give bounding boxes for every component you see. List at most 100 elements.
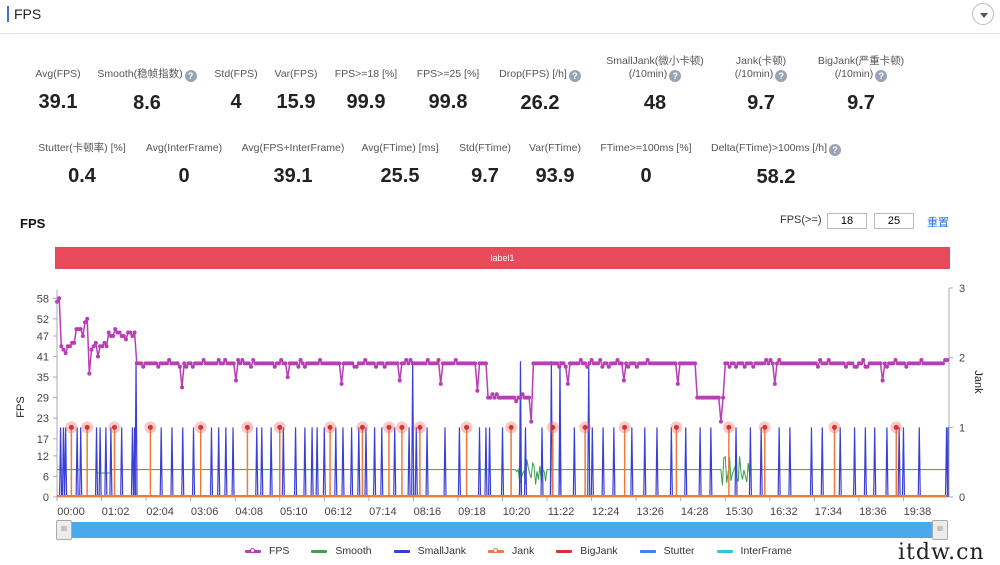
legend-label: Jank [512, 545, 535, 557]
y-tick-label: 35 [37, 372, 49, 384]
smalljank-spike [457, 427, 461, 498]
fps-point [475, 388, 480, 393]
smalljank-spike [917, 427, 921, 498]
y-right-tick-label: 3 [959, 283, 965, 295]
smalljank-spike [58, 427, 63, 498]
time-range-slider[interactable]: III III [56, 520, 948, 540]
smalljank-spike [748, 427, 752, 498]
fps-point [249, 364, 254, 369]
x-tick-label: 15:30 [725, 506, 753, 518]
x-tick-label: 16:32 [770, 506, 798, 518]
smalljank-spike [293, 427, 298, 498]
legend-item-smooth[interactable]: Smooth [311, 545, 372, 557]
fps-point [514, 399, 519, 404]
fps-point [423, 361, 428, 366]
fps-point [645, 357, 650, 362]
jank-marker [198, 424, 204, 430]
fps-point [175, 361, 180, 366]
jank-marker [508, 424, 514, 430]
fps-threshold-high-input[interactable] [874, 213, 914, 229]
fps-chart[interactable]: 06121723293541475258012300:00 01:02 02:04 0… [0, 278, 1000, 518]
reset-button[interactable]: 重置 [927, 214, 949, 230]
fps-point [880, 378, 885, 383]
y-tick-label: 41 [37, 352, 49, 364]
legend-item-interframe[interactable]: InterFrame [716, 545, 792, 557]
fps-point [764, 357, 769, 362]
y-tick-label: 52 [37, 314, 49, 326]
fps-point [854, 364, 859, 369]
fps-point [337, 361, 342, 366]
smalljank-spike [61, 427, 66, 498]
smalljank-spike [159, 427, 163, 498]
fps-point [861, 357, 866, 362]
legend-swatch-icon [245, 547, 261, 553]
smalljank-spike [217, 427, 221, 498]
fps-point [902, 361, 907, 366]
help-icon[interactable]: ? [875, 70, 888, 82]
smalljank-spike [601, 427, 605, 498]
smalljank-spike [590, 427, 594, 498]
smalljank-spike [523, 427, 528, 498]
help-icon[interactable]: ? [775, 70, 788, 82]
fps-point [59, 344, 64, 349]
smalljank-spike [191, 427, 196, 498]
jank-marker [147, 424, 153, 430]
smalljank-spike [109, 427, 113, 498]
help-icon[interactable]: ? [669, 70, 682, 82]
jank-marker [277, 424, 283, 430]
smalljank-spike [281, 427, 285, 498]
smalljank-spike [98, 427, 102, 498]
fps-threshold-low-input[interactable] [827, 213, 867, 229]
smalljank-spike [407, 427, 411, 498]
slider-handle-start[interactable]: III [56, 520, 72, 540]
legend-item-fps[interactable]: FPS [245, 545, 289, 557]
smalljank-spike [357, 427, 361, 498]
legend-item-jank[interactable]: Jank [488, 545, 534, 557]
fps-point [339, 381, 344, 386]
help-icon[interactable]: ? [829, 144, 842, 156]
smalljank-spike [484, 427, 488, 498]
fps-point [859, 361, 864, 366]
smalljank-spike [322, 427, 326, 498]
fps-point [180, 385, 185, 390]
y-tick-label: 23 [37, 413, 49, 425]
smalljank-spike [487, 427, 492, 498]
fps-point [634, 364, 639, 369]
fps-point [824, 361, 829, 366]
jank-marker [417, 424, 423, 430]
jank-marker [673, 424, 679, 430]
legend-item-smalljank[interactable]: SmallJank [393, 545, 466, 557]
smalljank-spike [630, 427, 634, 498]
jank-marker [550, 424, 556, 430]
fps-point [774, 361, 779, 366]
fps-point [632, 361, 637, 366]
fps-threshold-filter: FPS(>=) [780, 213, 914, 229]
collapse-toggle-icon[interactable] [972, 3, 994, 25]
x-tick-label: 00:00 [57, 506, 85, 518]
smalljank-spike [231, 427, 235, 498]
fps-point [598, 357, 603, 362]
slider-handle-end[interactable]: III [932, 520, 948, 540]
fps-point [878, 361, 883, 366]
fps-point [177, 364, 182, 369]
smalljank-spike [334, 427, 338, 498]
fps-point [132, 330, 137, 335]
legend-item-stutter[interactable]: Stutter [639, 545, 695, 557]
fps-point [404, 357, 409, 362]
fps-point [164, 361, 169, 366]
smalljank-spike [364, 427, 368, 498]
legend-item-bigjank[interactable]: BigJank [556, 545, 618, 557]
x-tick-label: 13:26 [636, 506, 664, 518]
fps-point [740, 361, 745, 366]
label-bar[interactable]: label1 [55, 247, 950, 269]
fps-point [813, 361, 818, 366]
y-tick-label: 6 [43, 471, 49, 483]
fps-point [882, 361, 887, 366]
fps-point [772, 381, 777, 386]
fps-point [374, 364, 379, 369]
fps-point [945, 357, 950, 362]
help-icon[interactable]: ? [568, 70, 581, 82]
jank-marker [327, 424, 333, 430]
fps-point [382, 364, 387, 369]
fps-point [231, 361, 236, 366]
